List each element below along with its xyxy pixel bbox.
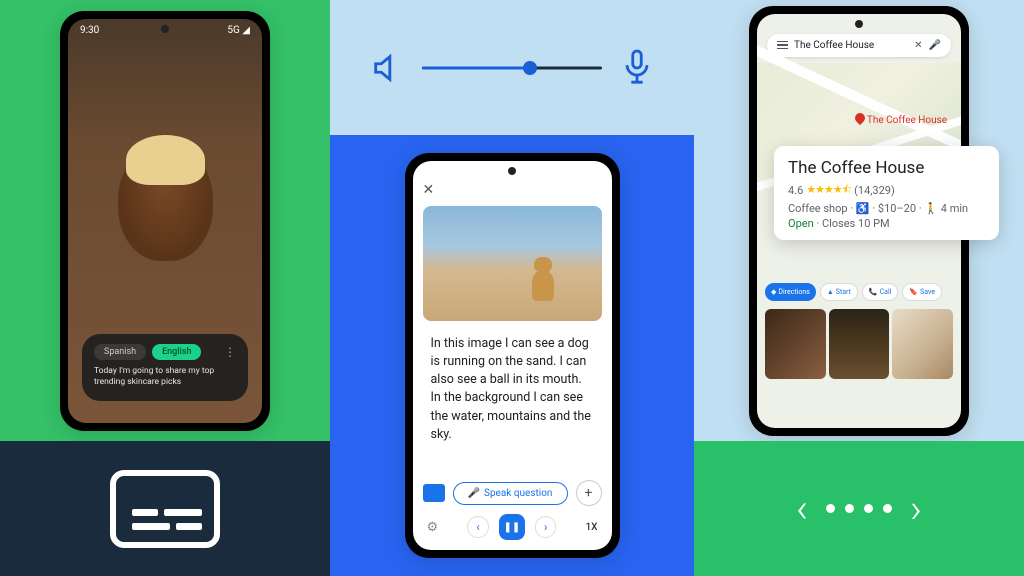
call-button[interactable]: 📞 Call <box>862 283 899 301</box>
caption-overlay: Spanish English ⋮ Today I'm going to sha… <box>82 334 248 400</box>
caption-text: Today I'm going to share my top trending… <box>94 366 236 388</box>
menu-icon[interactable] <box>777 41 788 50</box>
more-icon[interactable]: ⋮ <box>224 345 236 359</box>
search-input[interactable]: The Coffee House <box>794 40 908 51</box>
lang-to-chip[interactable]: English <box>152 344 201 360</box>
map-pin[interactable]: The Coffee House <box>855 113 947 126</box>
lang-from-chip[interactable]: Spanish <box>94 344 146 360</box>
next-button[interactable]: › <box>535 516 557 538</box>
place-meta: ♿ · $10–20 · 🚶 4 min <box>856 202 968 215</box>
clear-icon[interactable]: ✕ <box>914 40 922 51</box>
place-title: The Coffee House <box>788 158 985 178</box>
review-count: (14,329) <box>854 184 895 197</box>
signal: 5G ◢ <box>227 25 250 36</box>
photo-thumbnail[interactable] <box>829 309 890 379</box>
settings-icon[interactable]: ⚙ <box>427 520 439 535</box>
rating-value: 4.6 <box>788 184 803 197</box>
place-category: Coffee shop <box>788 202 848 215</box>
volume-slider[interactable] <box>422 58 602 78</box>
pause-button[interactable]: ❚❚ <box>499 514 525 540</box>
save-button[interactable]: 🔖 Save <box>902 283 942 301</box>
chevron-left-icon[interactable]: ‹ <box>796 485 808 532</box>
start-button[interactable]: ▲ Start <box>820 283 858 301</box>
close-time: · Closes 10 PM <box>814 217 890 230</box>
image-description: In this image I can see a dog is running… <box>413 321 612 474</box>
place-info-card: The Coffee House 4.6 ★★★★⯪ (14,329) Coff… <box>774 146 999 240</box>
page-dot[interactable] <box>883 504 892 513</box>
close-icon[interactable]: ✕ <box>423 182 435 198</box>
star-icons: ★★★★⯪ <box>806 181 851 200</box>
maps-phone: The Coffee House ✕ 🎤 The Coffee House ◆ … <box>749 6 969 436</box>
page-dot[interactable] <box>864 504 873 513</box>
chevron-right-icon[interactable]: › <box>910 485 922 532</box>
speak-question-button[interactable]: 🎤Speak question <box>453 482 568 505</box>
place-photos <box>757 305 961 387</box>
voice-search-icon[interactable]: 🎤 <box>929 40 941 51</box>
live-caption-phone: 9:30 5G ◢ Spanish English ⋮ <box>60 11 270 431</box>
page-dots <box>826 504 892 513</box>
photo-thumbnail[interactable] <box>765 309 826 379</box>
page-dot[interactable] <box>826 504 835 513</box>
open-status: Open <box>788 217 814 230</box>
clock: 9:30 <box>80 25 99 36</box>
pagination-control: ‹ › <box>796 485 922 532</box>
microphone-icon <box>620 48 654 88</box>
captions-icon <box>110 470 220 548</box>
directions-button[interactable]: ◆ Directions <box>765 283 816 301</box>
beach-photo <box>423 206 602 321</box>
photo-thumbnail[interactable] <box>892 309 953 379</box>
keyboard-icon[interactable] <box>423 484 445 502</box>
add-button[interactable]: + <box>576 480 602 506</box>
lookout-phone: ✕ In this image I can see a dog is runni… <box>405 153 620 558</box>
page-dot[interactable] <box>845 504 854 513</box>
speaker-icon <box>370 51 404 85</box>
zoom-level[interactable]: 1X <box>586 522 598 533</box>
maps-search-bar[interactable]: The Coffee House ✕ 🎤 <box>767 34 951 57</box>
prev-button[interactable]: ‹ <box>467 516 489 538</box>
